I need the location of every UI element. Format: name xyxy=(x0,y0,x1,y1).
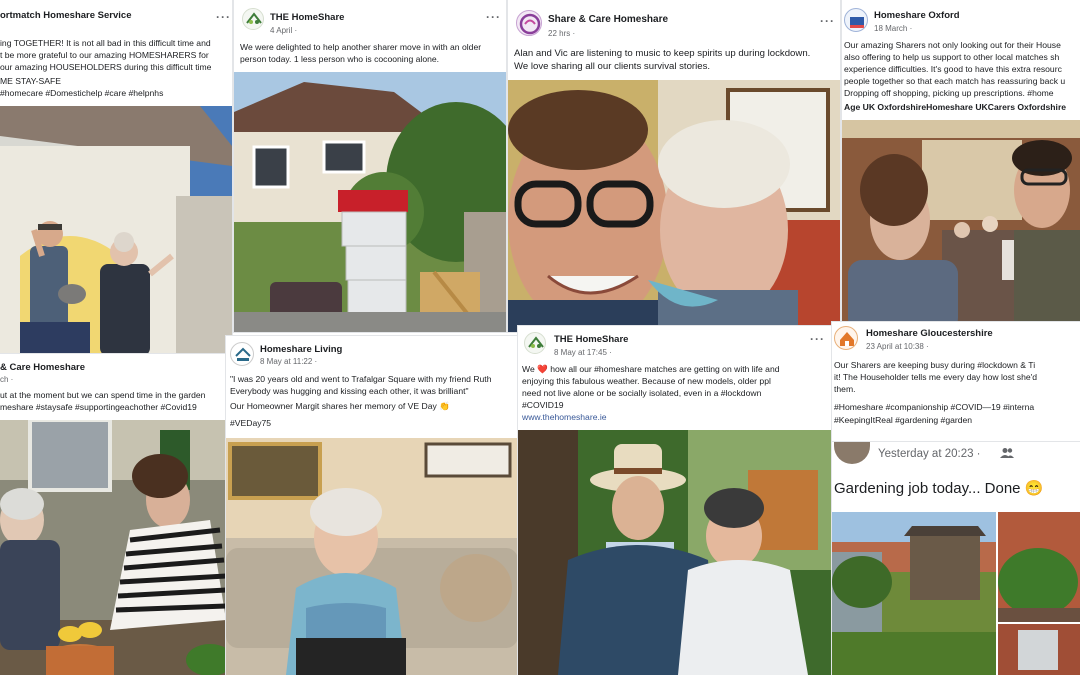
post-text-line: experience difficulties. It's good to ha… xyxy=(844,64,1062,74)
homeshare-oxford-logo-icon[interactable] xyxy=(844,8,868,32)
post-card-homeshare-gloucestershire: Homeshare Gloucestershire 23 April at 10… xyxy=(832,322,1080,442)
post-text-line: Alan and Vic are listening to music to k… xyxy=(514,48,811,59)
post-card-the-homeshare-may: THE HomeShare 8 May at 17:45 · ··· We ❤️… xyxy=(518,326,832,675)
post-text-line: enjoying this fabulous weather. Because … xyxy=(522,376,771,386)
post-page-name[interactable]: Share & Care Homeshare xyxy=(548,14,668,25)
post-page-name[interactable]: Homeshare Oxford xyxy=(874,10,960,21)
post-text-line: ut at the moment but we can spend time i… xyxy=(0,390,206,400)
post-text-line: them. xyxy=(834,384,856,394)
post-photo-garden-shed[interactable] xyxy=(832,512,996,675)
post-text-line: need not live alone or be socially isola… xyxy=(522,388,762,398)
post-date[interactable]: 4 April · xyxy=(270,26,297,35)
post-hashtags[interactable]: #homecare #Domestichelp #care #helpnhs xyxy=(0,88,163,100)
post-text-line: t be more grateful to our amazing HOMESH… xyxy=(0,50,209,60)
the-homeshare-logo-icon[interactable] xyxy=(242,8,264,30)
post-text-line: Our Sharers are keeping busy during #loc… xyxy=(834,360,1036,370)
post-card-homeshare-living: Homeshare Living 8 May at 11:22 · "I was… xyxy=(226,336,518,675)
post-photo-gardening-pot[interactable] xyxy=(0,420,226,675)
post-page-name[interactable]: ortmatch Homeshare Service xyxy=(0,10,131,21)
post-photo-doorstep[interactable] xyxy=(0,106,232,356)
post-text-line: person today. 1 less person who is cocoo… xyxy=(240,54,440,64)
post-date[interactable]: 23 April at 10:38 · xyxy=(866,342,929,351)
post-text-line: Our amazing Sharers not only looking out… xyxy=(844,40,1061,50)
post-hashtags[interactable]: #KeepingItReal #gardening #garden xyxy=(834,415,972,427)
homeshare-living-logo-icon[interactable] xyxy=(230,342,254,366)
post-link[interactable]: www.thehomeshare.ie xyxy=(522,412,607,424)
post-date[interactable]: 8 May at 11:22 · xyxy=(260,357,317,366)
post-hashtags[interactable]: #COVID19 xyxy=(522,400,564,412)
post-text-line: also offering to help us support to othe… xyxy=(844,52,1060,62)
comment-text: Gardening job today... Done 😁 xyxy=(834,480,1044,497)
post-date[interactable]: 18 March · xyxy=(874,24,912,33)
post-photo-margit-sofa[interactable] xyxy=(226,438,518,675)
post-date[interactable]: 8 May at 17:45 · xyxy=(554,348,612,357)
post-menu-icon[interactable]: ··· xyxy=(820,14,835,28)
comment-time[interactable]: Yesterday at 20:23 · xyxy=(878,448,981,460)
post-photo-moving-in[interactable] xyxy=(234,72,506,332)
post-page-name[interactable]: THE HomeShare xyxy=(270,12,344,23)
post-menu-icon[interactable]: ··· xyxy=(486,10,501,24)
post-tagged-pages[interactable]: Age UK OxfordshireHomeshare UKCarers Oxf… xyxy=(844,102,1066,114)
post-card-homeshare-oxford: Homeshare Oxford 18 March · Our amazing … xyxy=(842,0,1080,332)
post-photo-garden-couple[interactable] xyxy=(518,430,832,675)
friends-icon xyxy=(1000,447,1014,462)
post-menu-icon[interactable]: ··· xyxy=(216,10,231,24)
post-page-name[interactable]: THE HomeShare xyxy=(554,334,628,345)
post-page-name[interactable]: & Care Homeshare xyxy=(0,362,85,373)
post-text-line: ing TOGETHER! It is not all bad in this … xyxy=(0,38,211,48)
post-date[interactable]: ch · xyxy=(0,375,13,384)
homeshare-gloucestershire-logo-icon[interactable] xyxy=(834,326,858,350)
post-page-name[interactable]: Homeshare Gloucestershire xyxy=(866,328,993,339)
post-text-line: We ❤️ how all our #homeshare matches are… xyxy=(522,364,780,374)
post-text-line: people together so that each match has r… xyxy=(844,76,1066,86)
post-hashtags[interactable]: meshare #staysafe #supportingeachother #… xyxy=(0,402,197,414)
post-page-name[interactable]: Homeshare Living xyxy=(260,344,342,355)
post-text-line: We were delighted to help another sharer… xyxy=(240,42,482,52)
post-photo-selfie[interactable] xyxy=(508,80,840,332)
avatar[interactable] xyxy=(834,442,870,464)
the-homeshare-logo-icon[interactable] xyxy=(524,332,546,354)
post-photo-gathering[interactable] xyxy=(842,120,1080,332)
post-photo-garden-border[interactable] xyxy=(998,512,1080,622)
post-hashtags[interactable]: #VEDay75 xyxy=(230,418,271,430)
post-text-line: it! The Householder tells me every day h… xyxy=(834,372,1038,382)
post-date[interactable]: 22 hrs · xyxy=(548,29,575,38)
comment-card-gardening: Yesterday at 20:23 · Gardening job today… xyxy=(832,442,1080,675)
post-text-line: ME STAY-SAFE xyxy=(0,76,61,86)
post-text-line: "I was 20 years old and went to Trafalga… xyxy=(230,374,492,384)
post-text-line: We love sharing all our clients survival… xyxy=(514,61,711,72)
post-hashtags[interactable]: #Homeshare #companionship #COVID—19 #int… xyxy=(834,402,1034,414)
post-card-share-and-care-garden: & Care Homeshare ch · ut at the moment b… xyxy=(0,354,226,675)
post-card-share-and-care: Share & Care Homeshare 22 hrs · ··· Alan… xyxy=(508,0,840,332)
post-text-line: Dropping off shopping, picking up prescr… xyxy=(844,88,1054,98)
post-menu-icon[interactable]: ··· xyxy=(810,332,825,346)
post-card-the-homeshare-april: THE HomeShare 4 April · ··· We were deli… xyxy=(234,0,506,332)
post-photo-garden-bricks[interactable] xyxy=(998,624,1080,675)
post-card-portmatch: ortmatch Homeshare Service ··· ing TOGET… xyxy=(0,0,232,356)
share-and-care-logo-icon[interactable] xyxy=(516,10,542,36)
post-text-line: our amazing HOUSEHOLDERS during this dif… xyxy=(0,62,212,72)
post-text-line: Our Homeowner Margit shares her memory o… xyxy=(230,401,450,411)
post-text-line: Everybody was hugging and kissing each o… xyxy=(230,386,469,396)
